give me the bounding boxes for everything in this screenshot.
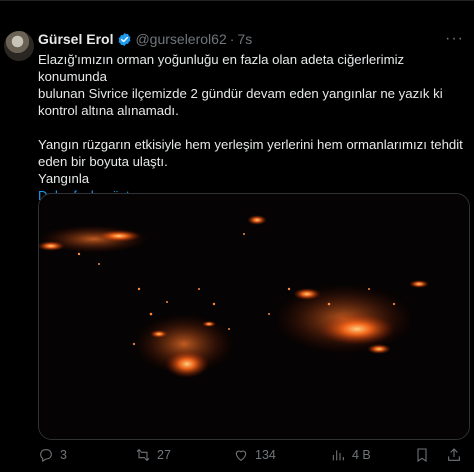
heart-icon [235, 450, 247, 461]
tweet-text-line: kontrol altına alınamadı. [38, 103, 179, 118]
media-video[interactable] [38, 193, 470, 440]
like-button[interactable]: 134 [233, 446, 276, 464]
retweet-button[interactable]: 27 [135, 446, 171, 464]
more-icon[interactable]: ··· [445, 30, 464, 48]
views-button[interactable]: 4 B [330, 446, 371, 464]
reply-icon [40, 449, 52, 462]
tweet-header: Gürsel Erol @gurselerol62 · 7s [38, 30, 252, 48]
tweet-text-line: eden bir boyuta ulaştı. [38, 154, 168, 169]
reply-button[interactable]: 3 [38, 446, 67, 464]
tweet-text-line: Yangınla [38, 171, 90, 186]
verified-badge-icon[interactable] [117, 32, 132, 47]
tweet[interactable]: Gürsel Erol @gurselerol62 · 7s ··· Elazı… [0, 0, 474, 472]
author-handle[interactable]: @gurselerol62 [135, 31, 226, 47]
bookmark-icon [417, 448, 427, 462]
tweet-text-line: Yangın rüzgarın etkisiyle hem yerleşim y… [38, 137, 463, 152]
bookmark-button[interactable] [414, 446, 436, 464]
like-count: 134 [255, 448, 276, 462]
views-chart-icon [332, 450, 344, 461]
tweet-text-line: Elazığ'ımızın orman yoğunluğu en fazla o… [38, 52, 405, 84]
reply-count: 3 [60, 448, 67, 462]
avatar[interactable] [4, 31, 34, 61]
tweet-text: Elazığ'ımızın orman yoğunluğu en fazla o… [38, 51, 468, 204]
share-button[interactable] [446, 446, 468, 464]
views-count: 4 B [352, 448, 371, 462]
retweet-count: 27 [157, 448, 171, 462]
share-icon [448, 448, 460, 461]
tweet-actions: 3 27 134 4 B [38, 446, 468, 464]
author-name[interactable]: Gürsel Erol [38, 31, 113, 47]
timestamp[interactable]: 7s [237, 31, 252, 47]
retweet-icon [136, 448, 150, 462]
tweet-text-line: bulunan Sivrice ilçemizde 2 gündür devam… [38, 86, 443, 101]
wildfire-night-image [39, 194, 469, 439]
separator-dot: · [229, 31, 235, 47]
